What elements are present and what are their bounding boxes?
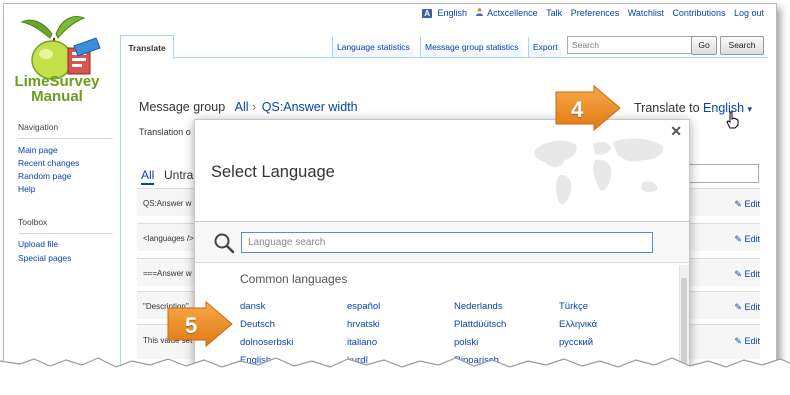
close-icon[interactable]: ✕ <box>670 123 682 140</box>
language-option[interactable]: Türkçe <box>559 301 588 312</box>
edit-label: Edit <box>744 199 760 209</box>
search-input[interactable]: Search <box>567 36 695 54</box>
user-link[interactable]: Actxcellence <box>487 8 538 18</box>
language-option[interactable]: dolnoserbski <box>240 337 293 348</box>
sidebar-link-special-pages[interactable]: Special pages <box>18 253 71 263</box>
language-option[interactable]: español <box>347 301 380 312</box>
chevron-down-icon[interactable]: ▾ <box>748 104 753 114</box>
personal-toolbar: A English Actxcellence Talk Preferences … <box>416 8 764 18</box>
language-icon: A <box>422 9 433 18</box>
translate-to-label: Translate to <box>634 101 700 115</box>
tab-message-group-statistics[interactable]: Message group statistics <box>420 37 523 57</box>
toolbox-heading: Toolbox <box>18 217 48 227</box>
language-option[interactable]: italiano <box>347 337 377 348</box>
message-group-header: Message group All › QS:Answer width <box>139 100 358 114</box>
tabs-divider <box>120 57 768 58</box>
language-search-row: Language search <box>195 222 689 263</box>
language-option[interactable]: Nederlands <box>454 301 503 312</box>
language-option[interactable]: Ελληνικά <box>559 319 597 330</box>
language-option[interactable]: dansk <box>240 301 265 312</box>
search-button[interactable]: Search <box>720 36 764 55</box>
tab-translate[interactable]: Translate <box>120 35 174 59</box>
tab-language-statistics[interactable]: Language statistics <box>332 37 414 57</box>
common-languages-heading: Common languages <box>240 272 348 286</box>
language-option[interactable]: Plattdüütsch <box>454 319 506 330</box>
select-language-dialog: Select Language ✕ Language search Common… <box>194 119 690 376</box>
message-row-text: <languages /> <box>143 234 194 243</box>
toolbox-separator <box>18 233 113 234</box>
pencil-icon: ✎ <box>734 269 742 279</box>
pencil-icon: ✎ <box>734 336 742 346</box>
logout-link[interactable]: Log out <box>734 8 764 18</box>
edit-label: Edit <box>744 302 760 312</box>
language-option[interactable]: hrvatski <box>347 319 380 330</box>
pencil-icon: ✎ <box>734 234 742 244</box>
language-option[interactable]: русский <box>559 337 593 348</box>
callout-number-4: 4 <box>571 97 584 122</box>
message-group-all-link[interactable]: All <box>235 100 249 114</box>
translation-label: Translation o <box>139 127 191 137</box>
edit-link[interactable]: ✎ Edit <box>734 199 760 210</box>
preferences-link[interactable]: Preferences <box>571 8 620 18</box>
go-button[interactable]: Go <box>691 36 717 55</box>
message-row-text: ===Answer w <box>143 269 192 278</box>
edit-link[interactable]: ✎ Edit <box>734 234 760 245</box>
torn-edge-decoration <box>0 357 790 395</box>
contributions-link[interactable]: Contributions <box>672 8 725 18</box>
callout-arrow-5 <box>167 300 233 348</box>
edit-label: Edit <box>744 336 760 346</box>
navigation-heading: Navigation <box>18 122 59 132</box>
pencil-icon: ✎ <box>734 302 742 312</box>
app-window: LimeSurvey Manual Navigation Main page R… <box>3 3 777 377</box>
language-link[interactable]: English <box>438 8 468 18</box>
logo-title-line2: Manual <box>31 88 83 105</box>
sidebar-link-help[interactable]: Help <box>18 184 35 194</box>
content-border <box>120 58 121 376</box>
language-search-input[interactable]: Language search <box>241 232 653 253</box>
sidebar-link-main-page[interactable]: Main page <box>18 145 58 155</box>
edit-link[interactable]: ✎ Edit <box>734 269 760 280</box>
edit-label: Edit <box>744 234 760 244</box>
language-option[interactable]: Deutsch <box>240 319 275 330</box>
pencil-icon: ✎ <box>734 199 742 209</box>
filter-tab-all[interactable]: All <box>141 168 155 185</box>
dialog-title: Select Language <box>211 163 335 181</box>
callout-arrow-4 <box>555 84 621 132</box>
message-group-label: Message group <box>139 100 226 114</box>
breadcrumb-separator: › <box>252 100 257 114</box>
tab-export[interactable]: Export <box>528 37 562 57</box>
navigation-separator <box>18 138 113 139</box>
search-icon <box>214 233 235 254</box>
sidebar-link-upload-file[interactable]: Upload file <box>18 239 58 249</box>
hand-cursor-icon <box>726 111 739 129</box>
talk-link[interactable]: Talk <box>546 8 562 18</box>
sidebar-link-recent-changes[interactable]: Recent changes <box>18 158 79 168</box>
filter-tab-untranslated[interactable]: Untra <box>164 168 193 182</box>
sidebar-link-random-page[interactable]: Random page <box>18 171 71 181</box>
language-option[interactable]: polski <box>454 337 478 348</box>
edit-link[interactable]: ✎ Edit <box>734 336 760 347</box>
message-row-text: QS:Answer w <box>143 199 192 208</box>
watchlist-link[interactable]: Watchlist <box>628 8 664 18</box>
user-icon <box>475 8 483 16</box>
filter-input[interactable] <box>689 164 759 183</box>
callout-number-5: 5 <box>185 313 198 338</box>
edit-link[interactable]: ✎ Edit <box>734 302 760 313</box>
logo-title-line1: LimeSurvey <box>14 73 100 90</box>
logo-title[interactable]: LimeSurvey Manual <box>4 74 110 104</box>
world-map-icon <box>534 138 664 205</box>
edit-label: Edit <box>744 269 760 279</box>
message-group-name-link[interactable]: QS:Answer width <box>262 100 358 114</box>
